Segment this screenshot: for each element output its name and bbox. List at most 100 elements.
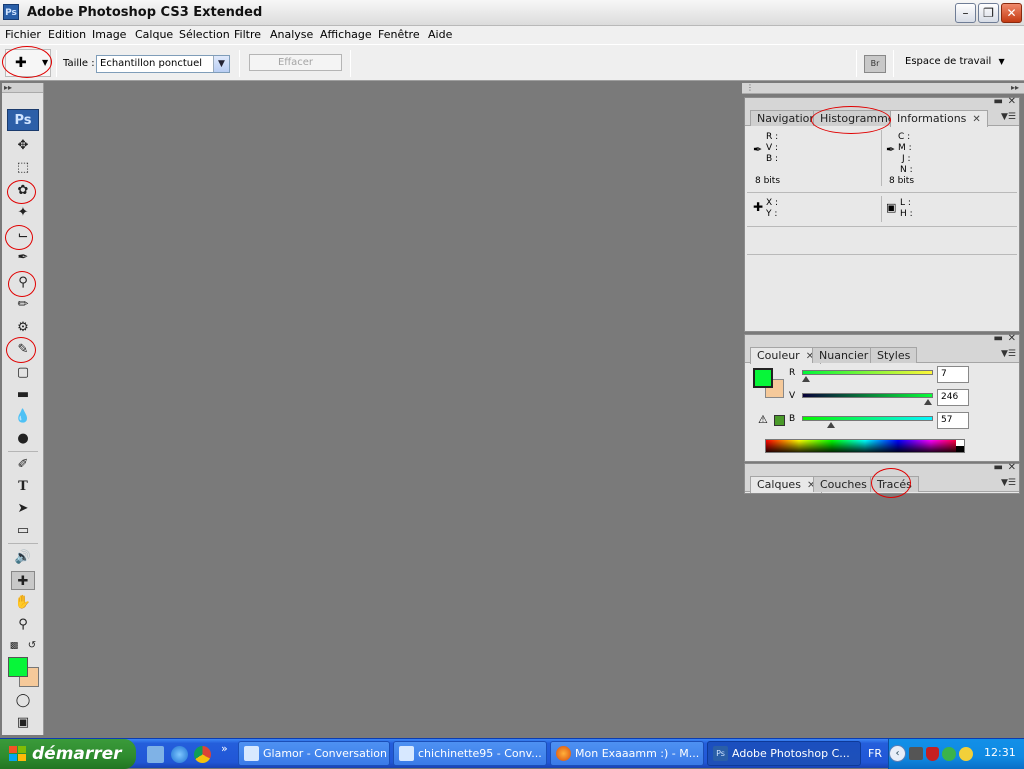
close-icon[interactable]: ✕ bbox=[1008, 462, 1016, 473]
taskbar-item-firefox[interactable]: Mon Exaaamm :) - M... bbox=[550, 741, 704, 766]
language-indicator[interactable]: FR bbox=[868, 747, 882, 760]
selection-size-icon: ▣ bbox=[886, 201, 897, 214]
marquee-tool-icon[interactable]: ⬚ bbox=[11, 158, 35, 177]
notes-tool-icon[interactable]: 🔊 bbox=[11, 548, 35, 567]
panel-menu-icon[interactable]: ▼☰ bbox=[1001, 349, 1016, 359]
menu-image[interactable]: Image bbox=[92, 28, 126, 41]
minimize-icon[interactable]: ▬ bbox=[994, 96, 1003, 107]
gamut-color-swatch[interactable] bbox=[774, 415, 785, 426]
start-button[interactable]: démarrer bbox=[0, 739, 136, 769]
color-sampler-tool-icon[interactable]: ✚ bbox=[11, 571, 35, 590]
minimize-button[interactable]: – bbox=[955, 3, 976, 23]
divider bbox=[881, 130, 882, 186]
black-swatch[interactable] bbox=[956, 446, 964, 452]
menu-fenetre[interactable]: Fenêtre bbox=[378, 28, 420, 41]
warning-icon[interactable]: ⚠ bbox=[758, 414, 768, 425]
path-selection-tool-icon[interactable]: ➤ bbox=[11, 499, 35, 518]
minimize-icon[interactable]: ▬ bbox=[994, 333, 1003, 344]
toolbox-collapse-handle[interactable]: ▸▸ bbox=[2, 83, 43, 93]
tab-styles[interactable]: Styles bbox=[870, 347, 918, 363]
tab-label: Navigation bbox=[757, 112, 817, 125]
cmyk-j-label: J : bbox=[902, 154, 911, 164]
menu-selection[interactable]: Sélection bbox=[179, 28, 230, 41]
internet-explorer-icon[interactable] bbox=[171, 746, 188, 763]
red-slider-track[interactable] bbox=[802, 370, 933, 375]
hand-tool-icon[interactable]: ✋ bbox=[11, 593, 35, 612]
swap-colors-icon[interactable]: ↺ bbox=[26, 640, 38, 652]
menu-aide[interactable]: Aide bbox=[428, 28, 452, 41]
quick-launch-more-icon[interactable]: » bbox=[221, 742, 228, 755]
close-icon[interactable]: ✕ bbox=[1008, 333, 1016, 344]
screen-mode-icon[interactable]: ▣ bbox=[11, 713, 35, 732]
photoshop-logo[interactable]: Ps bbox=[7, 109, 39, 131]
zoom-tool-icon[interactable]: ⚲ bbox=[11, 615, 35, 634]
close-icon[interactable]: ✕ bbox=[972, 114, 980, 125]
panel-dock-strip[interactable]: ⋮ ▸▸ bbox=[742, 83, 1024, 94]
tab-row: Couleur ✕ Nuancier Styles ▼☰ bbox=[745, 345, 1019, 364]
green-slider-track[interactable] bbox=[802, 393, 933, 398]
close-icon[interactable]: ✕ bbox=[1008, 96, 1016, 107]
cmyk-n-label: N : bbox=[900, 165, 913, 175]
red-slider-handle[interactable] bbox=[801, 376, 810, 382]
show-desktop-icon[interactable] bbox=[147, 746, 164, 763]
sample-size-select[interactable]: Echantillon ponctuel ▼ bbox=[96, 55, 230, 73]
restore-button[interactable]: ❐ bbox=[978, 3, 999, 23]
tab-couches[interactable]: Couches bbox=[813, 476, 874, 492]
blue-slider-track[interactable] bbox=[802, 416, 933, 421]
annotation-circle bbox=[5, 225, 33, 250]
close-button[interactable]: ✕ bbox=[1001, 3, 1022, 23]
red-value-field[interactable]: 7 bbox=[937, 366, 969, 383]
notification-icon[interactable] bbox=[959, 747, 973, 761]
green-value-field[interactable]: 246 bbox=[937, 389, 969, 406]
quick-mask-icon[interactable]: ◯ bbox=[11, 691, 35, 710]
panel-menu-icon[interactable]: ▼☰ bbox=[1001, 112, 1016, 122]
steam-icon[interactable] bbox=[909, 747, 923, 760]
menu-fichier[interactable]: Fichier bbox=[5, 28, 41, 41]
show-hidden-icons-icon[interactable]: ‹ bbox=[889, 745, 906, 762]
pen-tool-icon[interactable]: ✐ bbox=[11, 455, 35, 474]
eraser-tool-icon[interactable]: ▢ bbox=[11, 363, 35, 382]
menu-filtre[interactable]: Filtre bbox=[234, 28, 261, 41]
brush-tool-icon[interactable]: ✏ bbox=[11, 295, 35, 314]
tab-nuancier[interactable]: Nuancier bbox=[812, 347, 876, 363]
move-tool-icon[interactable]: ✥ bbox=[11, 136, 35, 155]
blue-slider-handle[interactable] bbox=[827, 422, 836, 428]
menu-affichage[interactable]: Affichage bbox=[320, 28, 372, 41]
foreground-color-swatch[interactable] bbox=[753, 368, 773, 388]
minimize-icon[interactable]: ▬ bbox=[994, 462, 1003, 473]
document-canvas-area[interactable] bbox=[46, 83, 742, 735]
bridge-icon[interactable]: Br bbox=[864, 55, 886, 73]
green-slider-handle[interactable] bbox=[924, 399, 933, 405]
security-shield-icon[interactable] bbox=[926, 747, 939, 761]
menu-analyse[interactable]: Analyse bbox=[270, 28, 313, 41]
taskbar-item-glamor[interactable]: Glamor - Conversation bbox=[238, 741, 390, 766]
shape-tool-icon[interactable]: ▭ bbox=[11, 521, 35, 540]
dodge-tool-icon[interactable]: ● bbox=[11, 429, 35, 448]
type-tool-icon[interactable]: T bbox=[11, 477, 35, 496]
clone-stamp-tool-icon[interactable]: ⚙ bbox=[11, 318, 35, 337]
gradient-tool-icon[interactable]: ▬ bbox=[11, 385, 35, 404]
collapse-icon[interactable]: ▸▸ bbox=[1011, 83, 1019, 92]
chrome-icon[interactable] bbox=[194, 746, 211, 763]
color-spectrum-bar[interactable] bbox=[765, 439, 965, 453]
photoshop-app-icon[interactable]: Ps bbox=[3, 4, 19, 20]
clear-button[interactable]: Effacer bbox=[249, 54, 342, 71]
magic-wand-tool-icon[interactable]: ✦ bbox=[11, 203, 35, 222]
tab-couleur[interactable]: Couleur ✕ bbox=[750, 347, 822, 364]
foreground-color-swatch[interactable] bbox=[8, 657, 28, 677]
blur-tool-icon[interactable]: 💧 bbox=[11, 407, 35, 426]
taskbar-item-photoshop[interactable]: Ps Adobe Photoshop C... bbox=[707, 741, 861, 766]
panel-menu-icon[interactable]: ▼☰ bbox=[1001, 478, 1016, 488]
slice-tool-icon[interactable]: ✒ bbox=[11, 248, 35, 267]
menu-edition[interactable]: Edition bbox=[48, 28, 86, 41]
messenger-status-icon[interactable] bbox=[942, 747, 956, 761]
taskbar-item-chichinette[interactable]: chichinette95 - Conv... bbox=[393, 741, 547, 766]
rgb-v-label: V : bbox=[766, 143, 779, 153]
workspace-menu[interactable]: Espace de travail ▼ bbox=[905, 56, 1005, 67]
tab-informations[interactable]: Informations ✕ bbox=[890, 110, 988, 127]
annotation-circle bbox=[2, 46, 52, 78]
blue-value-field[interactable]: 57 bbox=[937, 412, 969, 429]
menu-calque[interactable]: Calque bbox=[135, 28, 173, 41]
tab-calques[interactable]: Calques ✕ bbox=[750, 476, 823, 493]
default-colors-icon[interactable]: ▩ bbox=[8, 640, 20, 652]
